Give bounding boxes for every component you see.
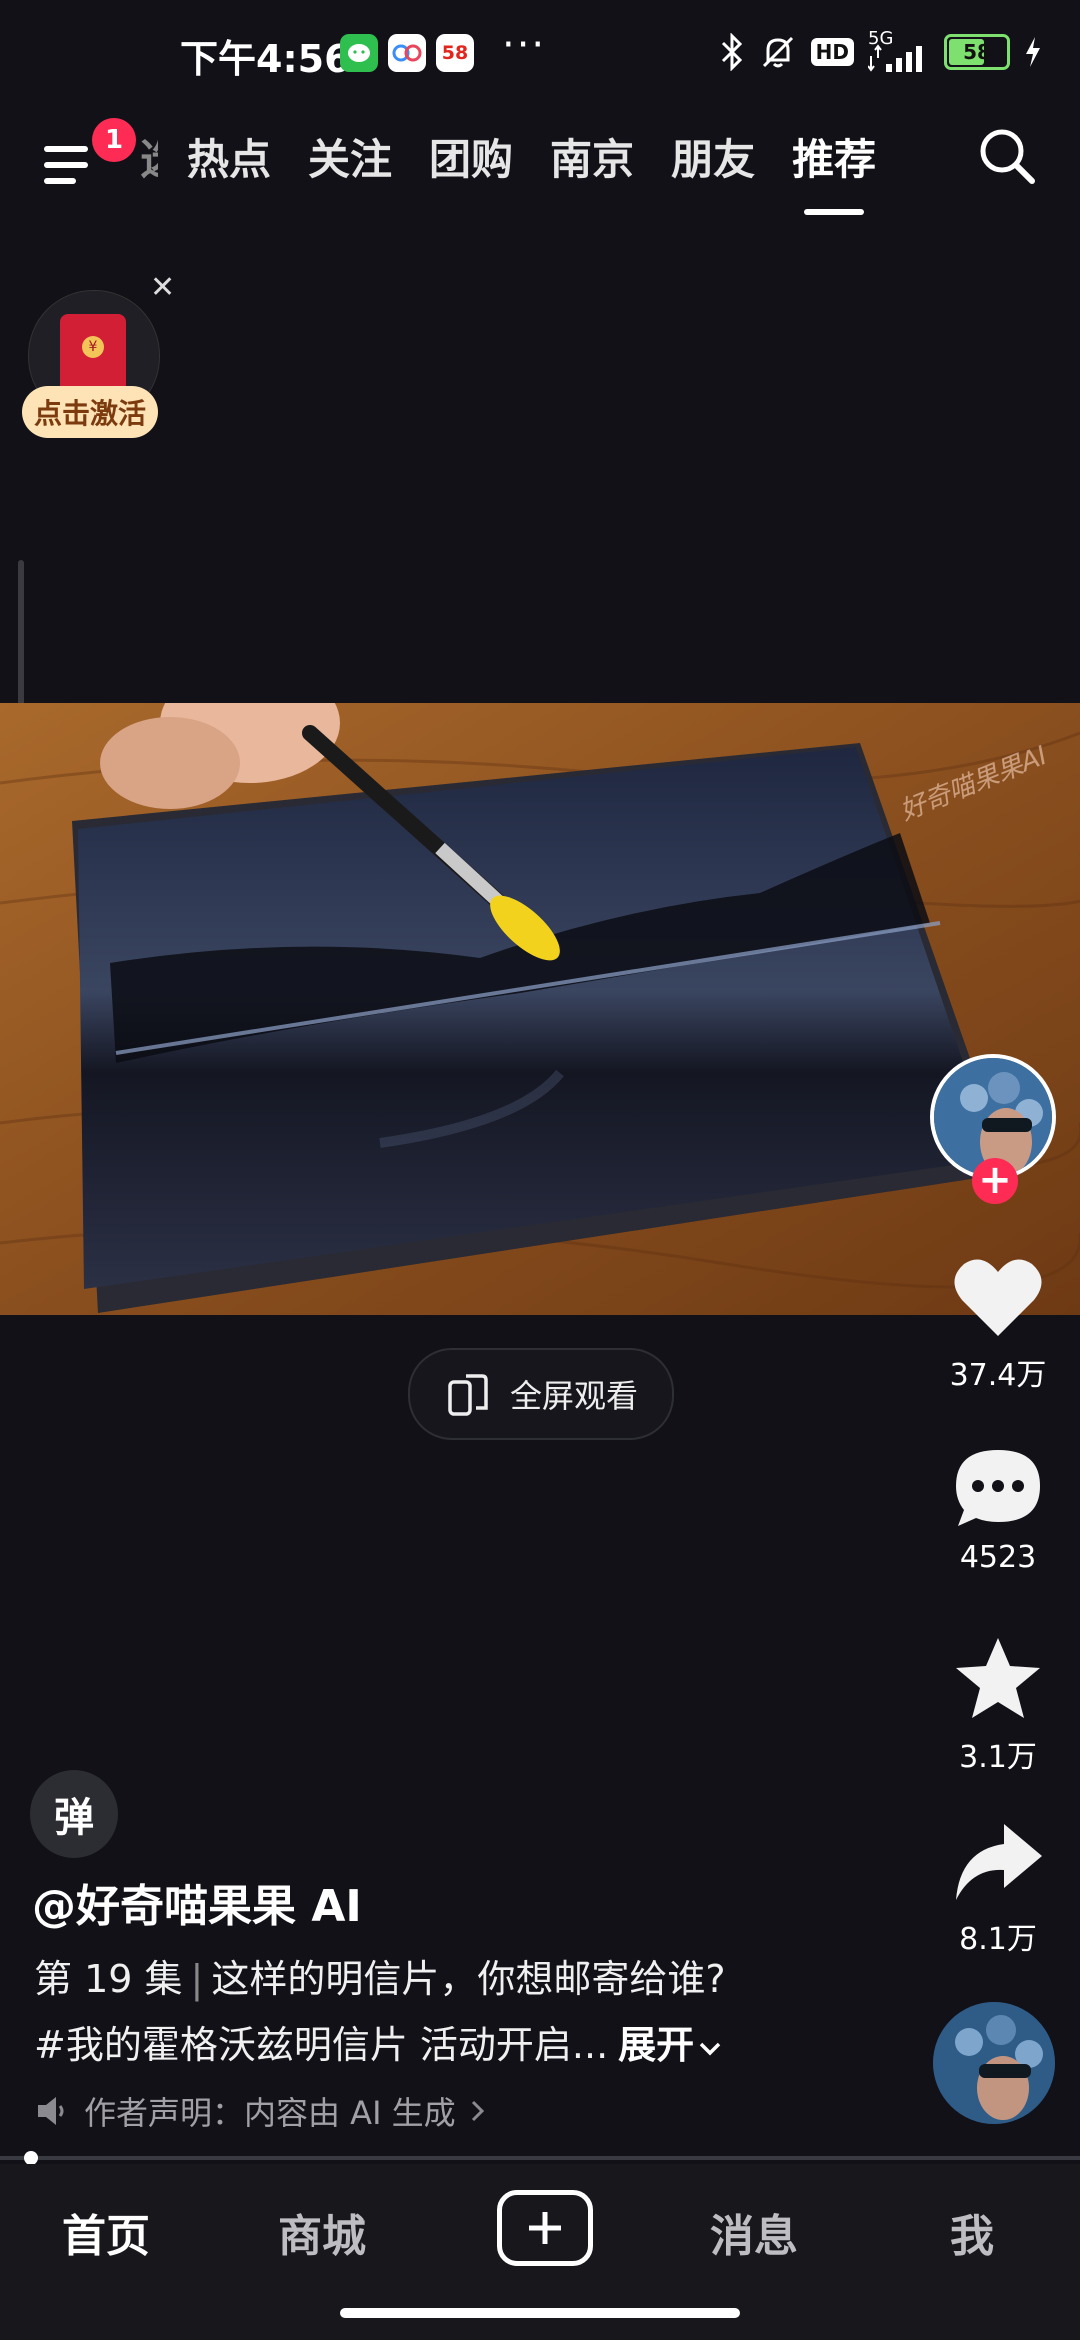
video-title: 这样的明信片，你想邮寄给谁? xyxy=(211,1957,726,2001)
notification-app-icons: 58 xyxy=(340,34,474,72)
fullscreen-label: 全屏观看 xyxy=(509,1377,638,1415)
activate-label: 点击激活 xyxy=(22,386,159,438)
mute-bell-icon xyxy=(762,36,793,68)
hashtag-text[interactable]: #我的霍格沃兹明信片 活动开启... xyxy=(34,2023,608,2067)
share-button[interactable]: 8.1万 xyxy=(940,1820,1056,1958)
tab-truncated[interactable]: 选 xyxy=(140,126,158,187)
wechat-icon xyxy=(340,34,378,72)
tab-friends[interactable]: 朋友 xyxy=(671,126,755,187)
chevron-right-icon xyxy=(471,2100,484,2122)
tab-hot[interactable]: 热点 xyxy=(187,126,271,187)
red-packet-widget[interactable]: ¥ 点击激活 xyxy=(22,290,166,440)
tab-recommend[interactable]: 推荐 xyxy=(792,126,876,215)
music-disc-avatar[interactable] xyxy=(933,2002,1055,2124)
ai-declaration[interactable]: 作者声明：内容由 AI 生成 xyxy=(34,2088,486,2134)
progress-handle[interactable] xyxy=(24,2151,38,2165)
follow-button[interactable]: + xyxy=(972,1158,1018,1204)
share-arrow-icon xyxy=(956,1824,1042,1900)
like-count: 37.4万 xyxy=(949,1358,1047,1393)
favorite-count: 3.1万 xyxy=(959,1740,1037,1775)
episode-label[interactable]: 第 19 集 xyxy=(34,1957,183,2001)
rotate-screen-icon xyxy=(448,1374,488,1416)
author-name[interactable]: @好奇喵果果 AI xyxy=(32,1870,362,1934)
58-app-icon: 58 xyxy=(436,34,474,72)
video-player[interactable]: 好奇喵果果AI xyxy=(0,703,1080,1315)
chevron-down-icon xyxy=(699,2042,721,2056)
scroll-indicator xyxy=(18,560,24,720)
hd-badge: HD xyxy=(810,38,854,66)
heart-icon xyxy=(954,1259,1042,1336)
bluetooth-icon xyxy=(721,33,742,71)
comment-count: 4523 xyxy=(959,1540,1037,1575)
comment-button[interactable]: 4523 xyxy=(940,1446,1056,1575)
danmu-label: 弹 xyxy=(54,1795,94,1841)
create-plus-button[interactable] xyxy=(497,2190,593,2266)
menu-notification-badge: 1 xyxy=(92,118,136,162)
video-description-line-2: #我的霍格沃兹明信片 活动开启... 展开 xyxy=(34,2014,722,2069)
tab-group-buy[interactable]: 团购 xyxy=(429,126,513,187)
search-icon[interactable] xyxy=(975,124,1039,188)
declaration-text: 作者声明：内容由 AI 生成 xyxy=(84,2094,456,2132)
nav-messages[interactable]: 消息 xyxy=(710,2200,798,2264)
expand-button[interactable]: 展开 xyxy=(618,2023,722,2067)
menu-button[interactable]: 1 xyxy=(40,118,136,188)
favorite-button[interactable]: 3.1万 xyxy=(940,1636,1056,1776)
fullscreen-button[interactable]: 全屏观看 xyxy=(408,1348,674,1440)
comment-icon xyxy=(956,1450,1040,1526)
danmu-toggle-button[interactable]: 弹 xyxy=(30,1770,118,1858)
creator-avatar[interactable]: + xyxy=(930,1054,1062,1204)
charging-icon xyxy=(1026,37,1040,67)
signal-icon: 5G xyxy=(868,28,930,72)
home-indicator[interactable] xyxy=(340,2308,740,2318)
like-button[interactable]: 37.4万 xyxy=(940,1256,1056,1394)
more-notifications-icon: ··· xyxy=(502,22,547,68)
share-count: 8.1万 xyxy=(959,1922,1037,1957)
baidu-netdisk-icon xyxy=(388,34,426,72)
top-tabs: 选 热点 关注 团购 南京 朋友 推荐 xyxy=(140,126,876,215)
tab-following[interactable]: 关注 xyxy=(308,126,392,187)
video-progress-bar[interactable] xyxy=(0,2151,1080,2165)
nav-home[interactable]: 首页 xyxy=(62,2200,150,2264)
tab-nanjing[interactable]: 南京 xyxy=(550,126,634,187)
close-icon[interactable]: ✕ xyxy=(150,270,175,305)
status-right-icons: HD 5G 58 xyxy=(719,28,1042,72)
red-envelope-icon: ¥ xyxy=(60,314,126,396)
status-bar: 下午4:56 58 ··· HD 5G 58 xyxy=(0,0,1080,110)
status-time: 下午4:56 xyxy=(180,37,351,81)
star-icon xyxy=(956,1638,1040,1718)
nav-me[interactable]: 我 xyxy=(950,2200,994,2264)
speaker-icon xyxy=(38,2097,64,2125)
top-nav: 1 选 热点 关注 团购 南京 朋友 推荐 xyxy=(0,110,1080,215)
plus-icon xyxy=(529,2212,561,2244)
nav-mall[interactable]: 商城 xyxy=(278,2200,366,2264)
battery-icon: 58 xyxy=(944,34,1010,70)
video-description-line-1: 第 19 集 | 这样的明信片，你想邮寄给谁? xyxy=(34,1957,726,2001)
